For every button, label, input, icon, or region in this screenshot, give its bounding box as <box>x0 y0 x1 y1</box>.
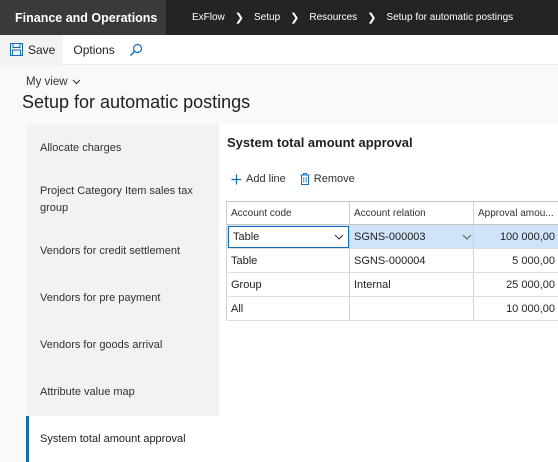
approval-amount-cell[interactable]: 10 000,00 <box>474 297 558 320</box>
add-line-button[interactable]: Add line <box>231 173 286 185</box>
save-button-label: Save <box>28 42 56 57</box>
left-nav-item-label: Vendors for goods arrival <box>40 339 163 351</box>
account-code-value: Table <box>233 230 260 243</box>
left-nav-item-pre-payment[interactable]: Vendors for pre payment <box>26 290 219 307</box>
save-button[interactable]: Save <box>0 34 64 65</box>
page-title: Setup for automatic postings <box>22 92 251 112</box>
left-nav-item-goods-arrival[interactable]: Vendors for goods arrival <box>26 337 219 354</box>
top-nav-bar: Finance and Operations ExFlow ❯ Setup ❯ … <box>0 0 558 35</box>
chevron-right-icon: ❯ <box>234 12 245 24</box>
left-nav-item-label: Attribute value map <box>40 386 135 398</box>
add-line-label: Add line <box>246 173 286 185</box>
details-panel: System total amount approval Add line Re… <box>219 124 558 462</box>
table-row[interactable]: Table SGNS-000003 100 000,00 <box>226 225 558 249</box>
options-button[interactable]: Options <box>63 43 126 57</box>
left-nav-item-attribute-value-map[interactable]: Attribute value map <box>26 384 219 401</box>
left-nav-item-allocate-charges[interactable]: Allocate charges <box>26 140 219 157</box>
breadcrumb: ExFlow ❯ Setup ❯ Resources ❯ Setup for a… <box>166 11 513 24</box>
left-nav-item-label: Vendors for credit settlement <box>40 245 181 257</box>
account-code-cell[interactable]: All <box>226 297 350 320</box>
grid-header-row: Account code Account relation Approval a… <box>226 201 558 225</box>
left-nav-item-credit-settlement[interactable]: Vendors for credit settlement <box>26 243 219 260</box>
view-selector-label: My view <box>26 76 68 88</box>
account-relation-cell[interactable] <box>350 297 474 320</box>
column-header-approval-amount[interactable]: Approval amou... <box>474 202 558 224</box>
breadcrumb-item-current[interactable]: Setup for automatic postings <box>386 12 513 23</box>
account-relation-cell[interactable]: Internal <box>350 273 474 296</box>
breadcrumb-item-resources[interactable]: Resources <box>309 12 357 23</box>
plus-icon <box>231 174 242 184</box>
account-code-select[interactable]: Table <box>228 225 349 248</box>
trash-icon <box>300 173 310 185</box>
action-pane: Save Options <box>0 34 558 65</box>
left-nav-item-label: Allocate charges <box>40 142 122 154</box>
section-title: System total amount approval <box>227 135 413 150</box>
account-code-cell[interactable]: Table <box>226 249 350 272</box>
approval-amount-cell[interactable]: 100 000,00 <box>474 225 558 248</box>
chevron-down-icon <box>462 234 472 240</box>
save-icon <box>10 43 23 56</box>
breadcrumb-item-exflow[interactable]: ExFlow <box>192 12 225 23</box>
left-nav-item-label: Project Category Item sales tax group <box>40 185 193 214</box>
column-header-account-relation[interactable]: Account relation <box>350 202 474 224</box>
breadcrumb-item-setup[interactable]: Setup <box>254 12 280 23</box>
column-header-account-code[interactable]: Account code <box>226 202 350 224</box>
left-nav-item-system-total-amount-approval[interactable]: System total amount approval <box>26 416 219 462</box>
view-selector[interactable]: My view <box>26 76 81 88</box>
account-relation-value: SGNS-000003 <box>354 230 426 243</box>
grid-toolbar: Add line Remove <box>231 173 369 185</box>
chevron-down-icon <box>72 79 80 85</box>
left-nav-item-label: Vendors for pre payment <box>40 292 161 304</box>
table-row[interactable]: Table SGNS-000004 5 000,00 <box>226 249 558 273</box>
account-relation-cell[interactable]: SGNS-000004 <box>350 249 474 272</box>
chevron-right-icon: ❯ <box>290 12 300 24</box>
account-code-cell[interactable]: Group <box>226 273 350 296</box>
table-row[interactable]: Group Internal 25 000,00 <box>226 273 558 297</box>
approval-amount-cell[interactable]: 25 000,00 <box>474 273 558 296</box>
search-icon[interactable] <box>129 43 143 57</box>
account-relation-lookup[interactable]: SGNS-000003 <box>354 231 472 243</box>
left-nav-item-project-category[interactable]: Project Category Item sales tax group <box>26 183 219 217</box>
remove-button[interactable]: Remove <box>300 173 355 185</box>
app-title[interactable]: Finance and Operations <box>0 0 166 35</box>
approval-amount-cell[interactable]: 5 000,00 <box>474 249 558 272</box>
chevron-right-icon: ❯ <box>367 12 377 24</box>
left-nav-item-label: System total amount approval <box>40 433 186 445</box>
account-code-cell[interactable]: Table <box>226 225 350 248</box>
left-nav-list: Allocate charges Project Category Item s… <box>26 124 219 462</box>
table-row[interactable]: All 10 000,00 <box>226 297 558 321</box>
remove-label: Remove <box>313 173 355 185</box>
chevron-down-icon <box>334 234 344 240</box>
account-relation-cell[interactable]: SGNS-000003 <box>350 225 474 248</box>
approval-grid: Account code Account relation Approval a… <box>226 201 558 321</box>
